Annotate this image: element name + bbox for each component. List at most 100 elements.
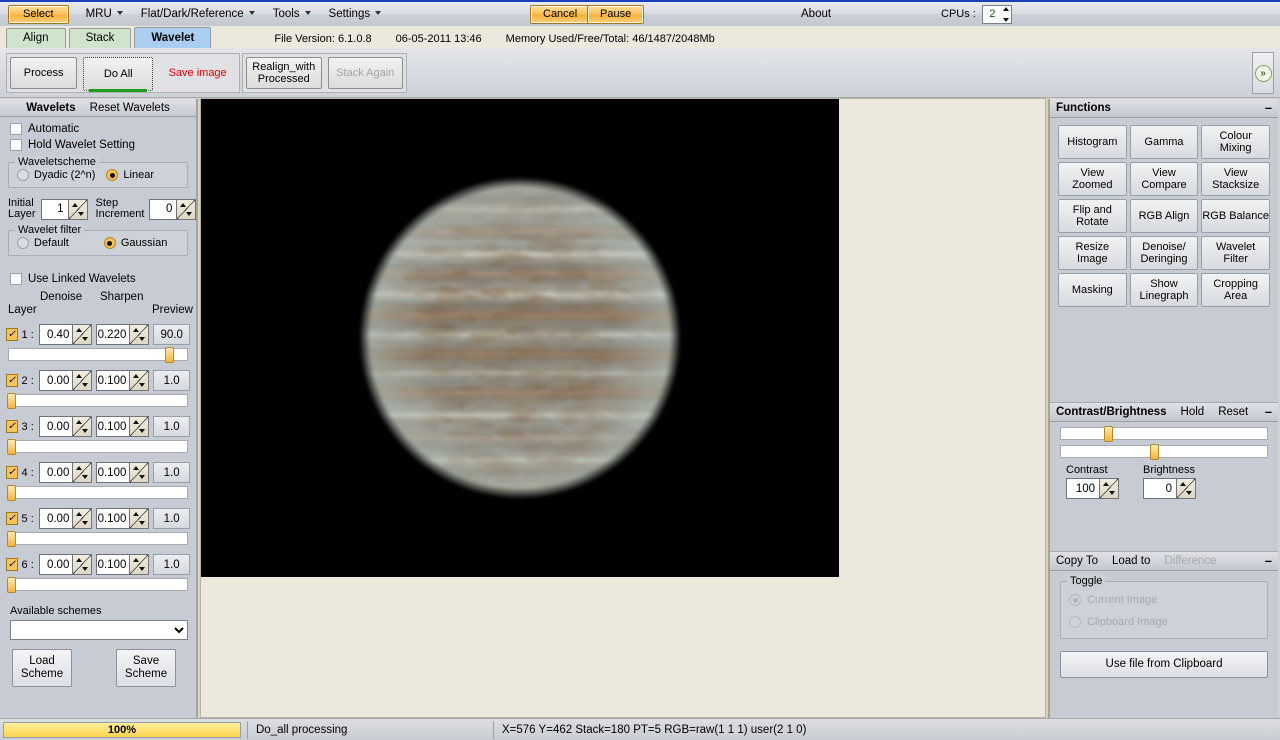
function-button-gamma[interactable]: Gamma [1130, 125, 1199, 159]
function-button-colour-mixing[interactable]: Colour Mixing [1201, 125, 1270, 159]
load-scheme-button[interactable]: Load Scheme [12, 649, 72, 687]
menu-item-flat-dark-reference[interactable]: Flat/Dark/Reference [132, 3, 264, 25]
function-button-show-linegraph[interactable]: Show Linegraph [1130, 273, 1199, 307]
brightness-slider-thumb[interactable] [1150, 444, 1159, 460]
layer-1-denoise-spinner-arrows[interactable] [72, 325, 91, 344]
layer-2-slider-thumb[interactable] [7, 393, 16, 409]
clipboard-minimize-button[interactable]: – [1265, 556, 1272, 566]
contrast-spinner-arrows[interactable] [1099, 479, 1118, 498]
save-image-button[interactable]: Save image [159, 57, 236, 89]
clipboard-image-radio[interactable] [1069, 616, 1081, 628]
layer-5-sharpen-stepper[interactable]: 0.100 [96, 508, 149, 529]
function-button-cropping-area[interactable]: Cropping Area [1201, 273, 1270, 307]
layer-2-denoise-stepper[interactable]: 0.00 [39, 370, 92, 391]
initial-layer-stepper[interactable]: 1 [41, 199, 88, 220]
layer-5-denoise-spinner-arrows[interactable] [72, 509, 91, 528]
layer-6-denoise-spinner-arrows[interactable] [72, 555, 91, 574]
function-button-flip-and-rotate[interactable]: Flip and Rotate [1058, 199, 1127, 233]
layer-5-denoise-stepper[interactable]: 0.00 [39, 508, 92, 529]
layer-5-sharpen-spinner-arrows[interactable] [129, 509, 148, 528]
automatic-checkbox[interactable] [10, 123, 22, 135]
copy-to-button[interactable]: Copy To [1056, 555, 1098, 567]
filter-gaussian-radio[interactable] [104, 237, 116, 249]
use-linked-wavelets-checkbox[interactable] [10, 273, 22, 285]
contrast-slider[interactable] [1060, 427, 1268, 440]
layer-3-sharpen-spinner-arrows[interactable] [129, 417, 148, 436]
save-scheme-button[interactable]: Save Scheme [116, 649, 176, 687]
layer-4-sharpen-spinner-arrows[interactable] [129, 463, 148, 482]
reset-wavelets-button[interactable]: Reset Wavelets [90, 102, 170, 114]
step-increment-stepper[interactable]: 0 [149, 199, 196, 220]
use-linked-wavelets-row[interactable]: Use Linked Wavelets [0, 259, 196, 287]
select-button[interactable]: Select [8, 5, 69, 24]
hold-wavelet-setting-checkbox[interactable] [10, 139, 22, 151]
available-schemes-select[interactable] [10, 620, 188, 640]
tab-align[interactable]: Align [6, 28, 66, 48]
layer-5-slider[interactable] [8, 532, 188, 545]
menu-item-settings[interactable]: Settings [320, 3, 391, 25]
layer-6-slider-thumb[interactable] [7, 577, 16, 593]
do-all-button[interactable]: Do All [83, 57, 153, 91]
function-button-masking[interactable]: Masking [1058, 273, 1127, 307]
contrast-slider-thumb[interactable] [1104, 426, 1113, 442]
layer-4-checkbox[interactable]: ✓ [6, 466, 18, 479]
about-button[interactable]: About [792, 3, 840, 25]
scheme-linear-radio[interactable] [106, 169, 118, 181]
function-button-view-compare[interactable]: View Compare [1130, 162, 1199, 196]
layer-3-slider[interactable] [8, 440, 188, 453]
scheme-dyadic-radio[interactable] [17, 169, 29, 181]
layer-4-denoise-stepper[interactable]: 0.00 [39, 462, 92, 483]
contrast-brightness-minimize-button[interactable]: – [1265, 407, 1272, 417]
layer-3-sharpen-stepper[interactable]: 0.100 [96, 416, 149, 437]
functions-minimize-button[interactable]: – [1265, 103, 1272, 113]
function-button-rgb-balance[interactable]: RGB Balance [1201, 199, 1270, 233]
layer-1-checkbox[interactable]: ✓ [6, 328, 18, 341]
layer-6-sharpen-spinner-arrows[interactable] [129, 555, 148, 574]
image-view-area[interactable] [200, 98, 1046, 718]
layer-3-denoise-spinner-arrows[interactable] [72, 417, 91, 436]
layer-2-checkbox[interactable]: ✓ [6, 374, 18, 387]
process-button[interactable]: Process [10, 57, 77, 89]
layer-4-denoise-spinner-arrows[interactable] [72, 463, 91, 482]
layer-2-sharpen-stepper[interactable]: 0.100 [96, 370, 149, 391]
layer-2-preview-value[interactable]: 1.0 [153, 370, 190, 391]
layer-4-slider[interactable] [8, 486, 188, 499]
stack-again-button[interactable]: Stack Again [328, 57, 404, 89]
layer-3-checkbox[interactable]: ✓ [6, 420, 18, 433]
layer-6-checkbox[interactable]: ✓ [6, 558, 18, 571]
layer-1-slider[interactable] [8, 348, 188, 361]
cpus-spinner-arrows[interactable] [1002, 6, 1011, 23]
difference-button[interactable]: Difference [1164, 555, 1216, 567]
tab-wavelet[interactable]: Wavelet [134, 27, 211, 48]
layer-1-slider-thumb[interactable] [165, 347, 174, 363]
layer-6-sharpen-stepper[interactable]: 0.100 [96, 554, 149, 575]
layer-3-preview-value[interactable]: 1.0 [153, 416, 190, 437]
cb-hold-button[interactable]: Hold [1181, 406, 1205, 418]
layer-5-preview-value[interactable]: 1.0 [153, 508, 190, 529]
layer-3-denoise-stepper[interactable]: 0.00 [39, 416, 92, 437]
pause-button[interactable]: Pause [587, 5, 644, 24]
function-button-view-stacksize[interactable]: View Stacksize [1201, 162, 1270, 196]
layer-2-denoise-spinner-arrows[interactable] [72, 371, 91, 390]
function-button-histogram[interactable]: Histogram [1058, 125, 1127, 159]
layer-4-slider-thumb[interactable] [7, 485, 16, 501]
layer-1-denoise-stepper[interactable]: 0.40 [39, 324, 92, 345]
function-button-resize-image[interactable]: Resize Image [1058, 236, 1127, 270]
layer-6-slider[interactable] [8, 578, 188, 591]
use-file-from-clipboard-button[interactable]: Use file from Clipboard [1060, 651, 1268, 678]
layer-5-slider-thumb[interactable] [7, 531, 16, 547]
cancel-button[interactable]: Cancel [530, 5, 590, 24]
initial-layer-spinner-arrows[interactable] [68, 200, 87, 219]
realign-with-processed-button[interactable]: Realign_with Processed [246, 57, 322, 89]
layer-1-sharpen-spinner-arrows[interactable] [129, 325, 148, 344]
layer-4-sharpen-stepper[interactable]: 0.100 [96, 462, 149, 483]
hold-wavelet-setting-row[interactable]: Hold Wavelet Setting [0, 137, 196, 153]
layer-1-preview-value[interactable]: 90.0 [153, 324, 190, 345]
expand-toolbar-button[interactable]: » [1252, 52, 1274, 94]
layer-5-checkbox[interactable]: ✓ [6, 512, 18, 525]
brightness-slider[interactable] [1060, 445, 1268, 458]
step-increment-spinner-arrows[interactable] [176, 200, 195, 219]
tab-stack[interactable]: Stack [69, 28, 132, 48]
function-button-view-zoomed[interactable]: View Zoomed [1058, 162, 1127, 196]
filter-default-radio[interactable] [17, 237, 29, 249]
